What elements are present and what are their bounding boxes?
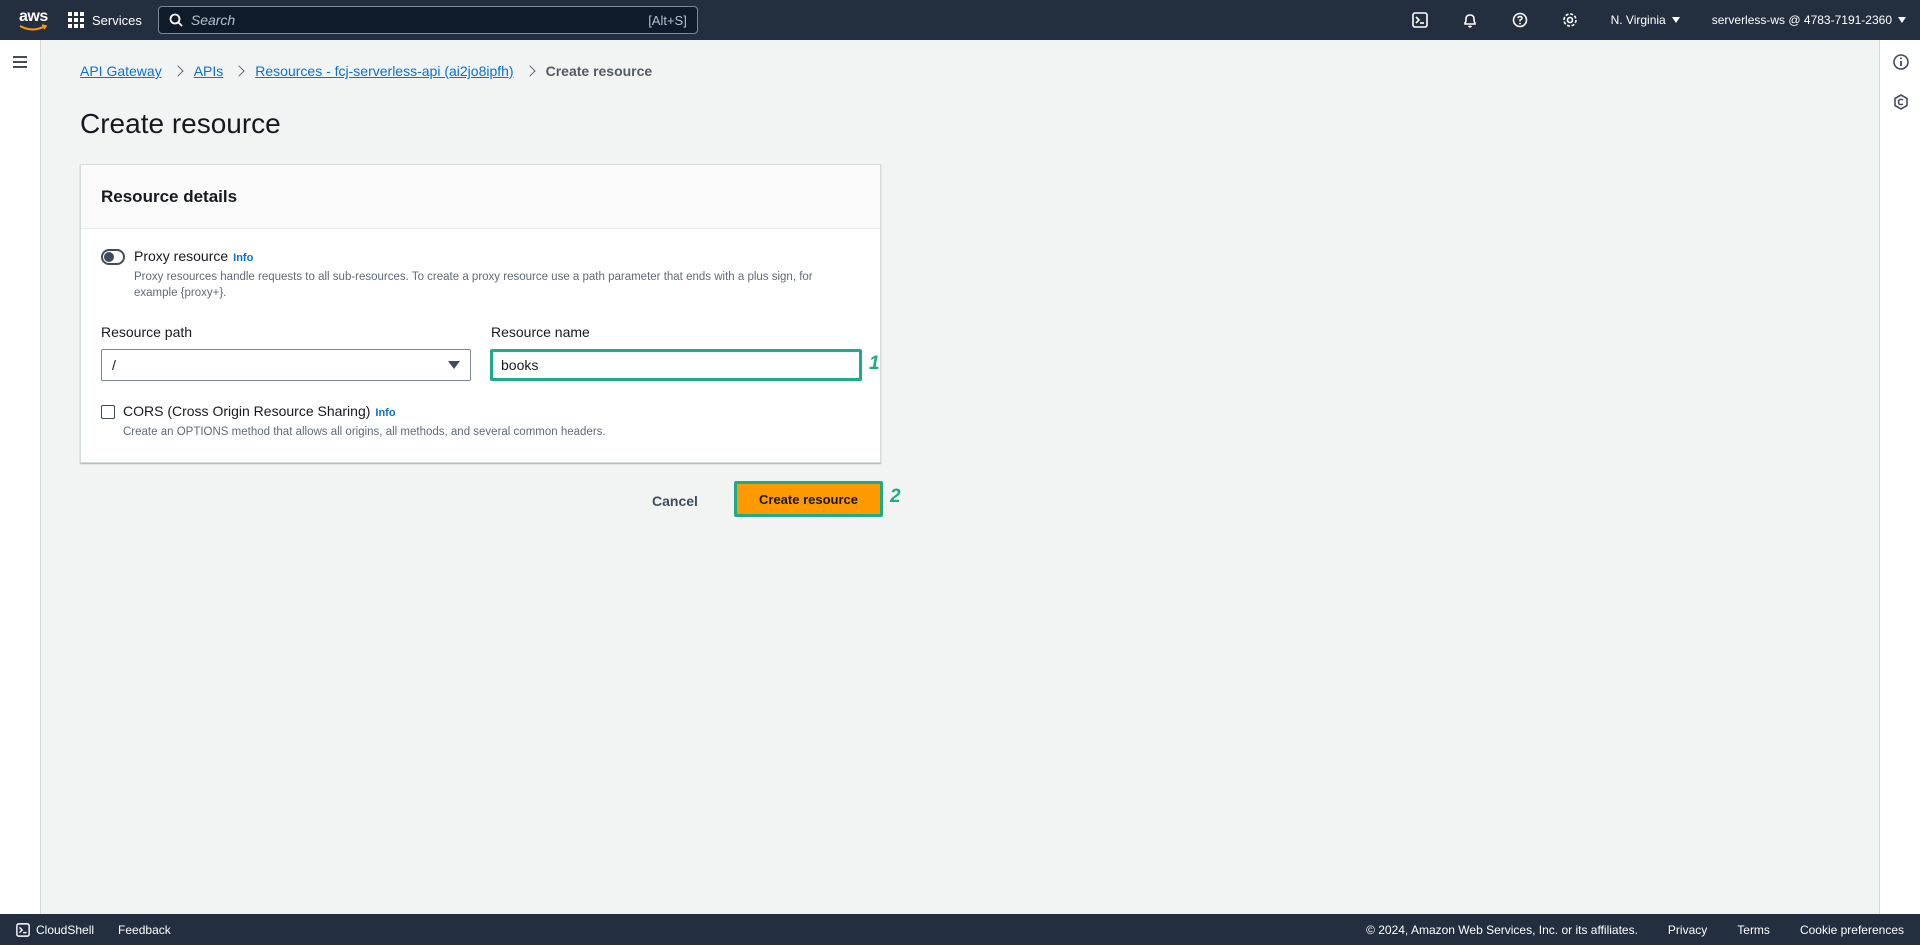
cloudshell-icon[interactable]	[1395, 12, 1445, 28]
cors-checkbox[interactable]	[101, 405, 115, 419]
region-label: N. Virginia	[1610, 13, 1666, 27]
region-selector[interactable]: N. Virginia	[1595, 13, 1696, 27]
account-label: serverless-ws @ 4783-7191-2360	[1711, 13, 1892, 27]
chevron-right-icon	[233, 65, 245, 77]
caret-down-icon	[448, 361, 460, 369]
breadcrumb: API Gateway APIs Resources - fcj-serverl…	[80, 63, 652, 79]
proxy-resource-description: Proxy resources handle requests to all s…	[134, 271, 813, 299]
search-box[interactable]: [Alt+S]	[157, 6, 698, 34]
resource-path-label: Resource path	[101, 324, 193, 340]
create-resource-button[interactable]: Create resource	[734, 481, 883, 517]
terms-link[interactable]: Terms	[1737, 923, 1770, 937]
proxy-resource-toggle[interactable]	[101, 249, 125, 265]
grid-icon	[68, 12, 84, 28]
panel-header: Resource details	[81, 165, 880, 229]
breadcrumb-resources[interactable]: Resources - fcj-serverless-api (ai2jo8ip…	[255, 63, 513, 79]
cloudshell-icon	[16, 922, 30, 937]
form-actions: Cancel Create resource 2	[80, 481, 980, 521]
footer: CloudShell Feedback © 2024, Amazon Web S…	[0, 914, 1920, 945]
cors-description: Create an OPTIONS method that allows all…	[123, 426, 606, 438]
resources-hexagon-icon[interactable]	[1892, 93, 1910, 111]
resource-name-field[interactable]	[490, 349, 862, 381]
resource-details-panel: Resource details Proxy resource Info Prox…	[80, 164, 881, 463]
proxy-resource-row: Proxy resource Info Proxy resources handl…	[101, 248, 854, 301]
help-icon[interactable]	[1495, 12, 1545, 28]
cookie-preferences-link[interactable]: Cookie preferences	[1800, 923, 1904, 937]
resource-path-value: /	[112, 357, 116, 373]
info-panel-icon[interactable]	[1892, 53, 1910, 71]
breadcrumb-api-gateway[interactable]: API Gateway	[80, 63, 162, 79]
menu-hamburger-icon[interactable]	[13, 56, 27, 71]
step-1-annotation: 1	[869, 353, 880, 374]
proxy-info-link[interactable]: Info	[233, 252, 253, 264]
top-navigation: aws Services [Alt+S] N. V	[0, 0, 1920, 40]
search-icon	[169, 13, 183, 27]
breadcrumb-current: Create resource	[545, 63, 653, 79]
services-menu-button[interactable]: Services	[68, 12, 142, 28]
chevron-down-icon	[1898, 17, 1906, 23]
feedback-link[interactable]: Feedback	[118, 923, 171, 937]
privacy-link[interactable]: Privacy	[1668, 923, 1707, 937]
copyright-text: © 2024, Amazon Web Services, Inc. or its…	[1366, 922, 1638, 937]
cors-info-link[interactable]: Info	[375, 407, 395, 419]
aws-logo[interactable]: aws	[18, 7, 50, 33]
cloudshell-label: CloudShell	[36, 922, 95, 937]
chevron-down-icon	[1671, 17, 1680, 23]
cors-label: CORS (Cross Origin Resource Sharing)	[123, 403, 371, 419]
cors-row: CORS (Cross Origin Resource Sharing) Info…	[101, 403, 843, 440]
resource-name-label: Resource name	[491, 324, 590, 340]
chevron-right-icon	[172, 65, 184, 77]
right-tools-sidebar	[1879, 40, 1920, 914]
panel-body: Proxy resource Info Proxy resources handl…	[81, 229, 880, 463]
account-menu[interactable]: serverless-ws @ 4783-7191-2360	[1696, 13, 1920, 27]
aws-smile-icon	[19, 24, 48, 31]
step-2-annotation: 2	[890, 486, 901, 507]
proxy-resource-label: Proxy resource	[134, 248, 229, 264]
search-shortcut: [Alt+S]	[648, 12, 687, 28]
left-sidebar	[0, 40, 41, 914]
resource-path-select[interactable]: /	[101, 349, 471, 381]
resource-name-input[interactable]	[501, 357, 851, 373]
breadcrumb-apis[interactable]: APIs	[194, 63, 224, 79]
cloudshell-button[interactable]: CloudShell	[16, 923, 94, 937]
notifications-bell-icon[interactable]	[1445, 12, 1495, 28]
search-input[interactable]	[190, 12, 649, 28]
settings-gear-icon[interactable]	[1545, 12, 1595, 28]
panel-title: Resource details	[101, 186, 238, 206]
services-label: Services	[92, 12, 142, 28]
chevron-right-icon	[523, 65, 536, 77]
page-title: Create resource	[80, 108, 281, 139]
cancel-button[interactable]: Cancel	[640, 485, 710, 517]
